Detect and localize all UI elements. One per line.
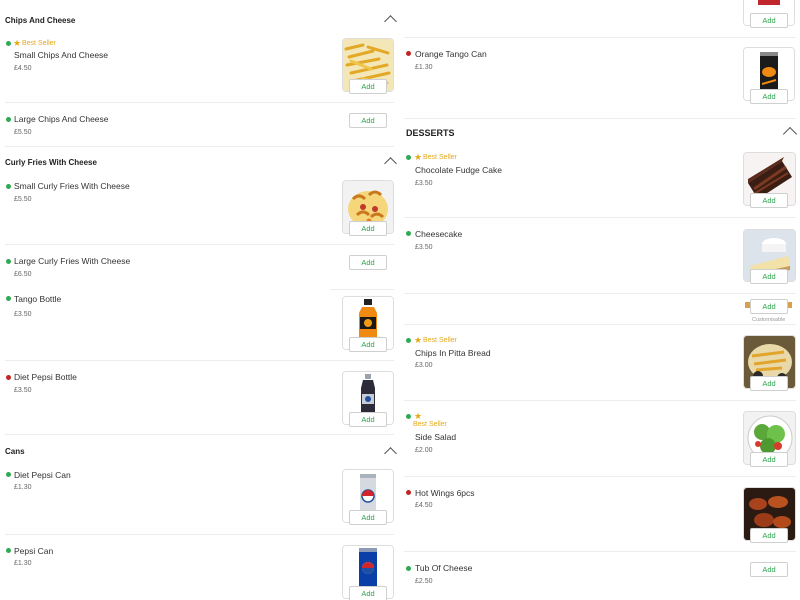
item-price: £5.50 [14,129,32,136]
star-icon: ★ [13,38,22,48]
item-price: £6.50 [14,271,32,278]
best-seller-badge: Best Seller [423,154,457,161]
item-price: £3.00 [415,362,433,369]
add-button[interactable]: Add [349,79,387,94]
item-name: Small Chips And Cheese [14,50,109,60]
item-name: Hot Wings 6pcs [415,488,475,498]
star-icon: ★ [414,411,423,421]
best-seller-badge: Best Seller [423,337,457,344]
right-menu-column: Add Orange Tango Can £1.30 Add DESSERTS … [400,0,800,600]
section-title-cans: Cans [5,447,25,456]
veg-indicator-icon [6,184,11,189]
chevron-up-icon[interactable] [384,157,397,170]
veg-indicator-icon [406,155,411,160]
add-button[interactable]: Add [750,528,788,543]
divider [5,434,394,435]
divider [404,476,796,477]
item-name: Diet Pepsi Can [14,470,71,480]
item-name: Diet Pepsi Bottle [14,372,77,382]
divider [404,217,796,218]
divider [5,534,394,535]
veg-indicator-icon [6,472,11,477]
veg-indicator-icon [406,231,411,236]
nonveg-indicator-icon [406,51,411,56]
section-title-curly-fries: Curly Fries With Cheese [5,158,97,167]
divider [404,293,796,294]
divider [404,400,796,401]
add-button[interactable]: Add [750,376,788,391]
veg-indicator-icon [6,41,11,46]
veg-indicator-icon [6,548,11,553]
veg-indicator-icon [6,117,11,122]
chevron-up-icon[interactable] [384,447,397,460]
divider [404,118,796,119]
veg-indicator-icon [6,296,11,301]
nonveg-indicator-icon [6,375,11,380]
item-name: Side Salad [415,432,457,442]
item-name: Pepsi Can [14,546,54,556]
item-name: Orange Tango Can [415,49,487,59]
divider [404,324,796,325]
item-price: £3.50 [415,180,433,187]
star-icon: ★ [414,335,423,345]
item-price: £5.50 [14,196,32,203]
add-button[interactable]: Add [750,299,788,314]
item-name: Large Curly Fries With Cheese [14,256,131,266]
left-menu-column: Chips And Cheese ★ Best Seller Small Chi… [0,0,400,600]
item-price: £3.50 [415,244,433,251]
add-button[interactable]: Add [349,337,387,352]
add-button[interactable]: Add [349,510,387,525]
item-price: £4.50 [415,502,433,509]
veg-indicator-icon [406,566,411,571]
veg-indicator-icon [6,259,11,264]
add-button[interactable]: Add [349,221,387,236]
add-button[interactable]: Add [750,193,788,208]
item-price: £3.50 [14,311,32,318]
item-price: £2.50 [415,578,433,585]
section-title-desserts: DESSERTS [406,128,455,138]
nonveg-indicator-icon [406,490,411,495]
item-name: Tango Bottle [14,294,62,304]
add-button[interactable]: Add [349,412,387,427]
add-button[interactable]: Add [349,113,387,128]
add-button[interactable]: Add [750,562,788,577]
add-button[interactable]: Add [349,255,387,270]
section-title-chips-and-cheese: Chips And Cheese [5,16,76,25]
chevron-up-icon[interactable] [384,15,397,28]
add-button[interactable]: Add [750,13,788,28]
divider [404,37,796,38]
item-price: £1.30 [14,484,32,491]
customisable-note: Customisable [752,317,786,323]
item-name: Chocolate Fudge Cake [415,165,502,175]
divider [5,102,394,103]
add-button[interactable]: Add [349,586,387,600]
item-name: Small Curly Fries With Cheese [14,181,130,191]
add-button[interactable]: Add [750,89,788,104]
divider [404,551,796,552]
divider [5,244,394,245]
item-price: £1.30 [14,560,32,567]
chevron-up-icon[interactable] [782,126,798,142]
item-name: Tub Of Cheese [415,563,473,573]
item-name: Large Chips And Cheese [14,114,109,124]
item-price: £2.00 [415,447,433,454]
item-name: Cheesecake [415,229,463,239]
divider [5,360,394,361]
item-price: £4.50 [14,65,32,72]
add-button[interactable]: Add [750,269,788,284]
item-price: £3.50 [14,387,32,394]
item-price: £1.30 [415,64,433,71]
best-seller-badge: Best Seller [413,421,447,428]
best-seller-badge: Best Seller [22,40,56,47]
overlap-strip [0,289,330,294]
star-icon: ★ [414,152,423,162]
veg-indicator-icon [406,338,411,343]
veg-indicator-icon [406,414,411,419]
divider [5,146,394,147]
add-button[interactable]: Add [750,452,788,467]
item-name: Chips In Pitta Bread [415,348,491,358]
